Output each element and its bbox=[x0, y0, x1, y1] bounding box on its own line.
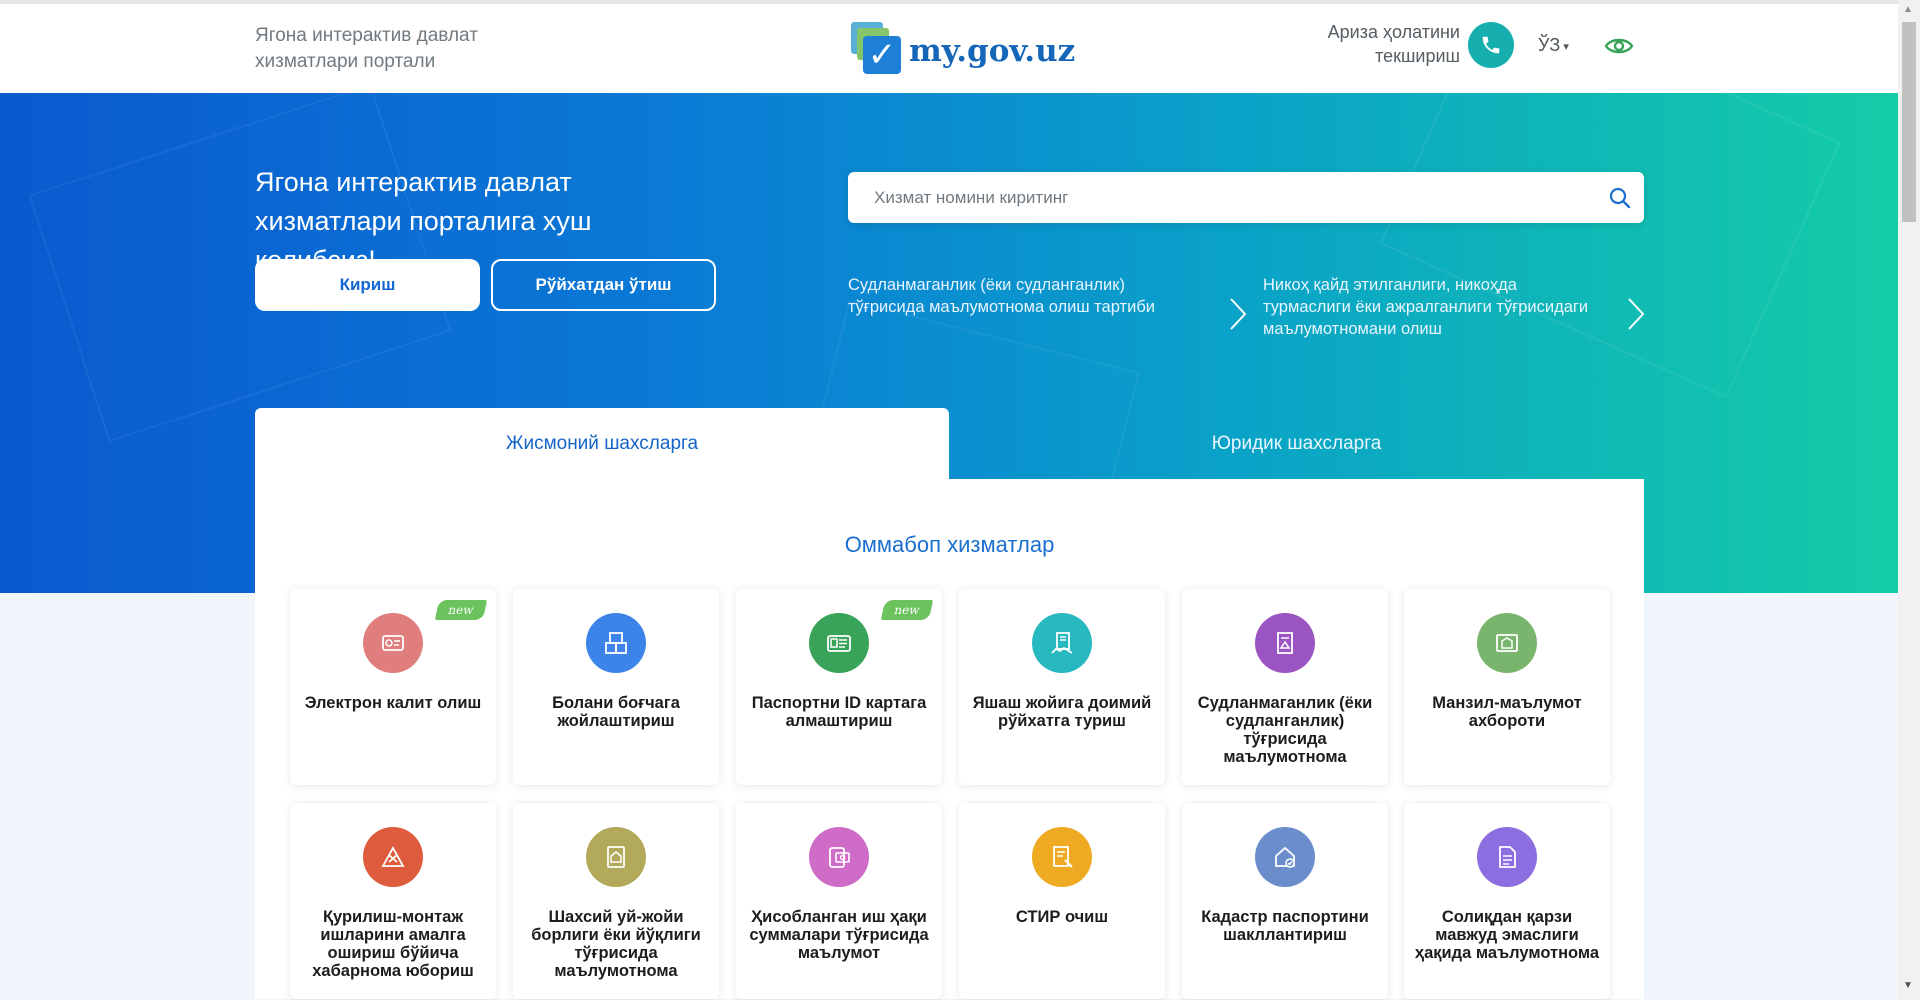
service-tile[interactable]: Электрон калит олиш new bbox=[290, 589, 496, 785]
popular-services-title: Оммабоп хизматлар bbox=[844, 532, 1055, 557]
new-badge: new bbox=[434, 600, 488, 620]
residence-registration-icon bbox=[1032, 613, 1092, 673]
logo-text: my.gov.uz bbox=[909, 33, 1076, 69]
service-tile[interactable]: Солиқдан қарзи мавжуд эмаслиги ҳақида ма… bbox=[1404, 803, 1610, 999]
service-label: Қурилиш-монтаж ишларини амалга ошириш бў… bbox=[312, 908, 474, 980]
scrollbar[interactable]: ▲ ▼ bbox=[1898, 0, 1920, 1000]
house-document-icon bbox=[586, 827, 646, 887]
accessibility-button[interactable] bbox=[1604, 35, 1634, 57]
id-card-icon bbox=[809, 613, 869, 673]
language-label: ЎЗ bbox=[1538, 35, 1561, 55]
logo-checkmark-icon: ✓ bbox=[851, 22, 903, 76]
new-badge: new bbox=[880, 600, 934, 620]
kindergarten-blocks-icon bbox=[586, 613, 646, 673]
service-tile[interactable]: Ҳисобланган иш ҳақи суммалари тўғрисида … bbox=[736, 803, 942, 999]
chevron-right-icon[interactable] bbox=[1228, 296, 1248, 332]
promo-link-marriage-certificate[interactable]: Никоҳ қайд этилганлиги, никоҳда турмасли… bbox=[1263, 274, 1593, 340]
portal-tagline: Ягона интерактив давлат хизматлари порта… bbox=[255, 25, 478, 72]
service-label: Электрон калит олиш bbox=[304, 694, 482, 712]
service-tile[interactable]: Болани боғчага жойлаштириш bbox=[513, 589, 719, 785]
service-tile[interactable]: Қурилиш-монтаж ишларини амалга ошириш бў… bbox=[290, 803, 496, 999]
caret-down-icon: ▾ bbox=[1563, 40, 1569, 53]
chevron-right-icon[interactable] bbox=[1626, 296, 1646, 332]
service-tile[interactable]: Шахсий уй-жойи борлиги ёки йўқлиги тўғри… bbox=[513, 803, 719, 999]
service-label: Судланмаганлик (ёки судланганлик) тўғрис… bbox=[1197, 694, 1373, 766]
tab-legal-entities[interactable]: Юридик шахсларга bbox=[949, 408, 1644, 480]
search-input[interactable] bbox=[874, 172, 1574, 223]
service-label: Шахсий уй-жойи борлиги ёки йўқлиги тўғри… bbox=[531, 908, 701, 980]
application-status-link[interactable]: Ариза ҳолатини текшириш bbox=[1290, 20, 1460, 68]
cadastre-house-icon bbox=[1255, 827, 1315, 887]
service-label: Манзил-маълумот ахбороти bbox=[1432, 694, 1582, 730]
service-label: СТИР очиш bbox=[1015, 908, 1109, 926]
service-tile[interactable]: Манзил-маълумот ахбороти bbox=[1404, 589, 1610, 785]
scrollbar-thumb[interactable] bbox=[1902, 22, 1916, 222]
service-label: Паспортни ID картага алмаштириш bbox=[751, 694, 927, 730]
service-label: Ҳисобланган иш ҳақи суммалари тўғрисида … bbox=[749, 908, 929, 962]
phone-icon bbox=[1482, 36, 1500, 54]
phone-button[interactable] bbox=[1468, 22, 1514, 68]
scroll-down-arrow-icon[interactable]: ▼ bbox=[1903, 980, 1913, 991]
login-button[interactable]: Кириш bbox=[255, 259, 480, 311]
register-button[interactable]: Рўйхатдан ўтиш bbox=[491, 259, 716, 311]
service-label: Кадастр паспортини шакллантириш bbox=[1201, 908, 1369, 944]
criminal-record-icon bbox=[1255, 613, 1315, 673]
scroll-up-arrow-icon[interactable]: ▲ bbox=[1903, 4, 1913, 15]
service-search bbox=[848, 172, 1644, 223]
service-label: Болани боғчага жойлаштириш bbox=[552, 694, 680, 730]
service-label: Яшаш жойига доимий рўйхатга туриш bbox=[972, 694, 1152, 730]
service-tile[interactable]: Паспортни ID картага алмаштириш new bbox=[736, 589, 942, 785]
language-selector[interactable]: ЎЗ ▾ bbox=[1538, 35, 1569, 56]
eye-icon bbox=[1604, 38, 1634, 54]
service-label: Солиқдан қарзи мавжуд эмаслиги ҳақида ма… bbox=[1414, 908, 1600, 962]
e-key-icon bbox=[363, 613, 423, 673]
service-tile[interactable]: СТИР очиш bbox=[959, 803, 1165, 999]
site-logo[interactable]: ✓ my.gov.uz bbox=[851, 22, 1075, 76]
tax-id-icon bbox=[1032, 827, 1092, 887]
salary-info-icon bbox=[809, 827, 869, 887]
address-info-icon bbox=[1477, 613, 1537, 673]
construction-tools-icon bbox=[363, 827, 423, 887]
tax-debt-document-icon bbox=[1477, 827, 1537, 887]
service-tile[interactable]: Яшаш жойига доимий рўйхатга туриш bbox=[959, 589, 1165, 785]
promo-link-criminal-record[interactable]: Судланмаганлик (ёки судланганлик) тўғрис… bbox=[848, 274, 1188, 318]
site-header: Ягона интерактив давлат хизматлари порта… bbox=[0, 4, 1898, 93]
service-tile[interactable]: Судланмаганлик (ёки судланганлик) тўғрис… bbox=[1182, 589, 1388, 785]
service-tile[interactable]: Кадастр паспортини шакллантириш bbox=[1182, 803, 1388, 999]
search-icon[interactable] bbox=[1608, 186, 1632, 210]
tab-individuals[interactable]: Жисмоний шахсларга bbox=[255, 408, 949, 480]
